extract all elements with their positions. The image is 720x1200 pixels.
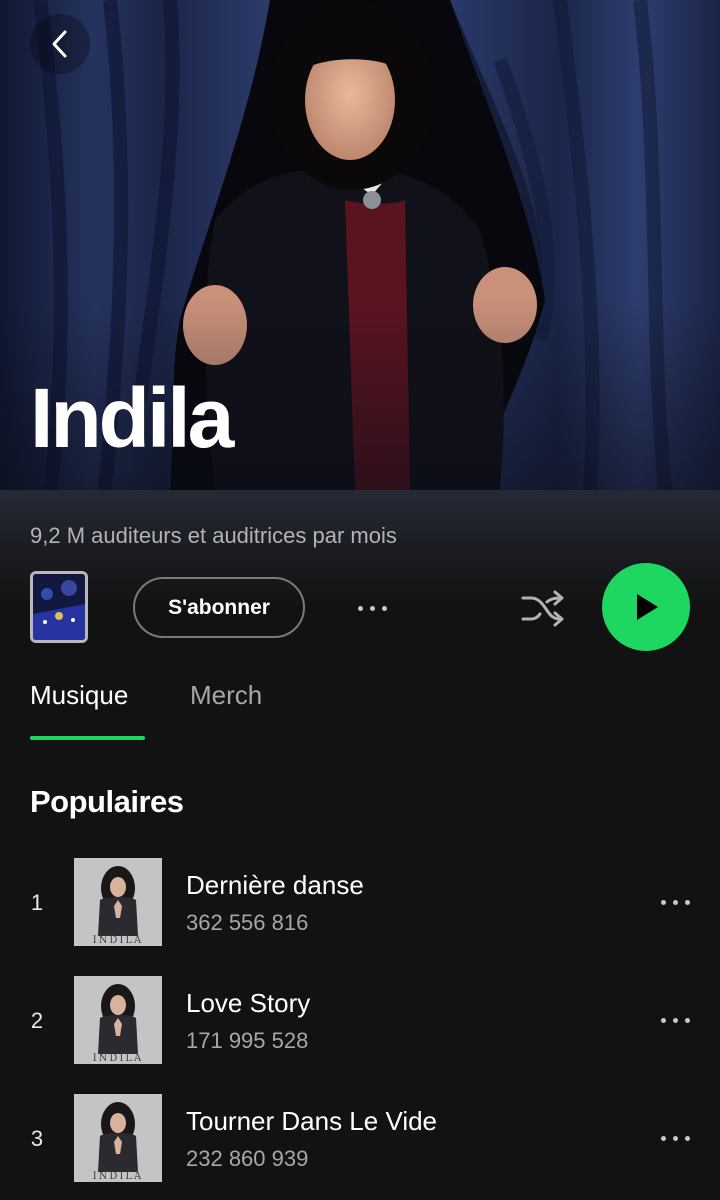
back-button[interactable] [30,14,90,74]
album-cover-image: INDILA [74,976,162,1064]
active-tab-indicator [30,736,145,740]
shuffle-button[interactable] [515,583,571,633]
more-horizontal-icon [357,605,387,611]
track-rank: 3 [30,1126,44,1151]
track-rank: 2 [30,1008,44,1033]
shuffle-icon [521,590,564,627]
tab-merch[interactable]: Merch [190,680,262,711]
album-cover-logo-text: INDILA [93,1053,144,1064]
track-rank: 1 [30,890,44,915]
track-play-count: 171 995 528 [186,1028,309,1053]
tab-music[interactable]: Musique [30,680,128,711]
chevron-left-icon [52,30,67,58]
play-button[interactable] [602,563,690,651]
track-cover-art: INDILA [74,1094,162,1182]
track-row[interactable]: 3 INDILA Tourner Dans Le Vide 232 860 93… [0,1094,720,1184]
popular-section-title: Populaires [30,784,184,819]
album-cover-image: INDILA [74,858,162,946]
album-cover-logo-text: INDILA [93,1171,144,1182]
concert-thumbnail-image [33,574,85,640]
track-play-count: 362 556 816 [186,910,309,935]
more-horizontal-icon [660,899,690,905]
track-row[interactable]: 2 INDILA Love Story 171 995 528 [0,976,720,1066]
play-icon [637,594,658,620]
track-play-count: 232 860 939 [186,1146,309,1171]
track-title: Dernière danse [186,870,364,900]
artist-hero-image: Indila [0,0,720,490]
more-horizontal-icon [660,1017,690,1023]
album-cover-logo-text: INDILA [93,935,144,946]
more-options-button[interactable] [346,588,398,628]
follow-button[interactable]: S'abonner [133,577,305,638]
artist-name: Indila [30,371,234,465]
more-horizontal-icon [660,1135,690,1141]
track-row[interactable]: 1 INDILA Dernière danse 362 556 816 [0,858,720,948]
track-cover-art: INDILA [74,976,162,1064]
track-cover-art: INDILA [74,858,162,946]
track-more-button[interactable] [650,1120,700,1156]
track-more-button[interactable] [650,884,700,920]
track-more-button[interactable] [650,1002,700,1038]
track-title: Love Story [186,988,311,1018]
artist-cover-thumbnail[interactable] [30,571,88,643]
track-title: Tourner Dans Le Vide [186,1106,438,1136]
monthly-listeners: 9,2 M auditeurs et auditrices par mois [30,523,397,548]
album-cover-image: INDILA [74,1094,162,1182]
